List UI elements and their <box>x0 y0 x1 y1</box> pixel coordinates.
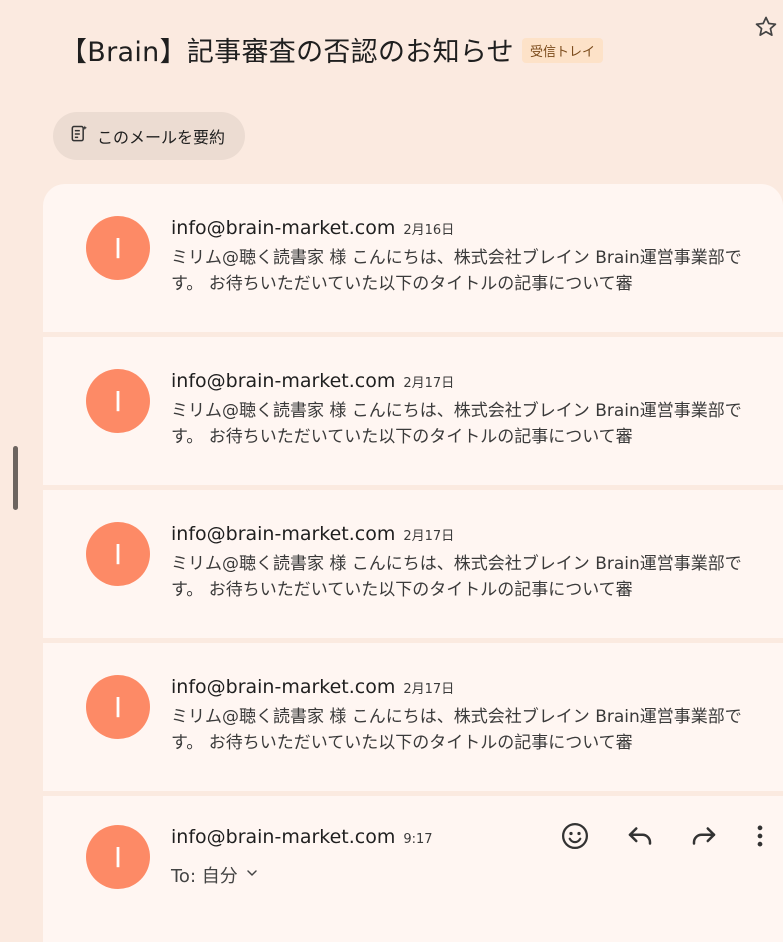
sender-avatar: I <box>86 369 150 433</box>
collapsed-message[interactable]: I info@brain-market.com 2月17日 ミリム@聴く読書家 … <box>43 490 783 638</box>
sender-address: info@brain-market.com <box>171 523 396 545</box>
subject-row: 【Brain】記事審査の否認のお知らせ 受信トレイ <box>60 30 783 69</box>
sender-avatar: I <box>86 675 150 739</box>
sender-line: info@brain-market.com 2月16日 <box>171 217 454 239</box>
summarize-email-button[interactable]: このメールを要約 <box>53 112 246 160</box>
sender-address: info@brain-market.com <box>171 370 396 392</box>
message-snippet: ミリム@聴く読書家 様 こんにちは、株式会社ブレイン Brain運営事業部です。… <box>171 707 742 753</box>
more-vert-icon[interactable] <box>743 819 777 853</box>
sender-line: info@brain-market.com 2月17日 <box>171 676 454 698</box>
message-snippet: ミリム@聴く読書家 様 こんにちは、株式会社ブレイン Brain運営事業部です。… <box>171 248 742 294</box>
message-snippet: ミリム@聴く読書家 様 こんにちは、株式会社ブレイン Brain運営事業部です。… <box>171 554 742 600</box>
scrollbar-thumb[interactable] <box>13 446 18 510</box>
collapsed-message[interactable]: I info@brain-market.com 2月17日 ミリム@聴く読書家 … <box>43 643 783 791</box>
sender-avatar: I <box>86 216 150 280</box>
message-date: 2月17日 <box>403 682 455 697</box>
message-date: 2月16日 <box>403 223 455 238</box>
reply-icon[interactable] <box>623 819 657 853</box>
recipient-label: To: 自分 <box>171 866 238 887</box>
sender-line: info@brain-market.com 2月17日 <box>171 370 454 392</box>
email-thread: I info@brain-market.com 2月16日 ミリム@聴く読書家 … <box>43 184 783 942</box>
sender-line: info@brain-market.com 9:17 <box>171 826 433 848</box>
collapsed-message[interactable]: I info@brain-market.com 2月17日 ミリム@聴く読書家 … <box>43 337 783 485</box>
star-icon[interactable] <box>753 14 779 40</box>
inbox-label-chip[interactable]: 受信トレイ <box>521 38 603 63</box>
emoji-icon[interactable] <box>558 819 592 853</box>
chevron-down-icon <box>244 865 260 886</box>
sender-avatar: I <box>86 522 150 586</box>
sender-line: info@brain-market.com 2月17日 <box>171 523 454 545</box>
summarize-icon <box>69 124 89 148</box>
email-subject: 【Brain】記事審査の否認のお知らせ <box>60 37 514 68</box>
collapsed-message[interactable]: I info@brain-market.com 2月16日 ミリム@聴く読書家 … <box>43 184 783 332</box>
message-date: 2月17日 <box>403 376 455 391</box>
forward-icon[interactable] <box>687 819 721 853</box>
summarize-label: このメールを要約 <box>97 128 226 147</box>
message-snippet: ミリム@聴く読書家 様 こんにちは、株式会社ブレイン Brain運営事業部です。… <box>171 401 742 447</box>
message-date: 2月17日 <box>403 529 455 544</box>
sender-avatar: I <box>86 825 150 889</box>
recipient-details-toggle[interactable]: To: 自分 <box>171 862 260 888</box>
message-time: 9:17 <box>403 832 433 847</box>
sender-address[interactable]: info@brain-market.com <box>171 826 395 848</box>
open-message: I info@brain-market.com 9:17 To: 自分 <box>43 796 783 942</box>
sender-address: info@brain-market.com <box>171 217 396 239</box>
sender-address: info@brain-market.com <box>171 676 396 698</box>
